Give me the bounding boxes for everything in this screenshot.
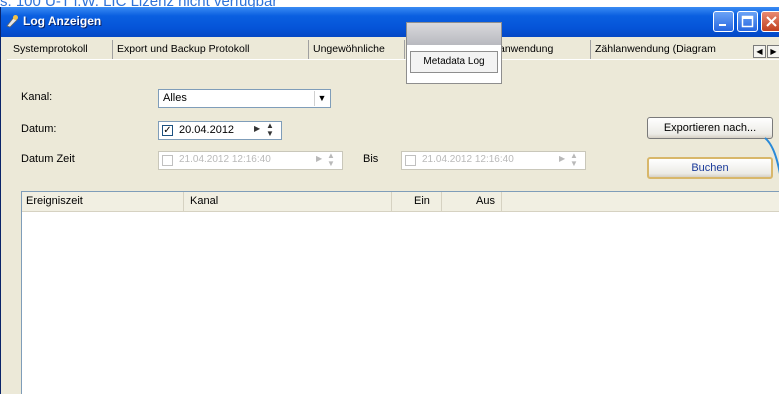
tab-strip: Systemprotokoll Export und Backup Protok… xyxy=(1,37,779,59)
tab-anwendung-label: anwendung xyxy=(499,43,554,55)
minimize-icon xyxy=(719,24,726,26)
tab-scroll-left-button[interactable]: ◀ xyxy=(753,45,766,58)
table-header: Ereigniszeit Kanal Ein Aus xyxy=(22,192,779,212)
datum-field-arrow-icon[interactable]: ▶ xyxy=(254,124,260,133)
datumzeit-to-value: 21.04.2012 12:16:40 xyxy=(422,154,514,165)
metadata-log-popup[interactable]: Metadata Log xyxy=(406,22,502,84)
minimize-button[interactable] xyxy=(713,11,734,32)
datumzeit-from-spinner-icon[interactable]: ▲ ▼ xyxy=(327,152,335,168)
export-button[interactable]: Exportieren nach... xyxy=(647,117,773,139)
datumzeit-to-checkbox[interactable] xyxy=(405,155,416,166)
tab-systemprotokoll[interactable]: Systemprotokoll xyxy=(9,40,113,59)
window-title: Log Anzeigen xyxy=(23,14,102,28)
event-table[interactable]: Ereigniszeit Kanal Ein Aus xyxy=(21,191,779,394)
bis-label: Bis xyxy=(363,153,379,165)
column-header-ereigniszeit[interactable]: Ereigniszeit xyxy=(22,192,184,211)
datum-value: 20.04.2012 xyxy=(179,124,235,136)
chevron-down-icon[interactable]: ▼ xyxy=(314,91,329,106)
search-button[interactable]: Buchen xyxy=(647,157,773,179)
titlebar[interactable]: Log Anzeigen xyxy=(1,7,779,37)
datumzeit-from-checkbox[interactable] xyxy=(162,155,173,166)
kanal-select[interactable]: Alles ▼ xyxy=(158,89,331,108)
kanal-label: Kanal: xyxy=(21,91,53,103)
tab-anwendung[interactable]: anwendung xyxy=(495,40,591,59)
tab-scroll-right-button[interactable]: ▶ xyxy=(767,45,779,58)
metadata-log-item[interactable]: Metadata Log xyxy=(410,51,498,73)
datumzeit-to-picker[interactable]: 21.04.2012 12:16:40 ▶ ▲ ▼ xyxy=(401,151,586,170)
app-icon xyxy=(6,15,18,28)
close-button[interactable] xyxy=(761,11,779,32)
datumzeit-from-arrow-icon[interactable]: ▶ xyxy=(316,154,322,163)
datumzeit-label: Datum Zeit xyxy=(21,153,75,165)
datumzeit-to-spinner-icon[interactable]: ▲ ▼ xyxy=(570,152,578,168)
column-header-aus[interactable]: Aus xyxy=(442,192,502,211)
datumzeit-from-picker[interactable]: 21.04.2012 12:16:40 ▶ ▲ ▼ xyxy=(158,151,343,170)
datum-label: Datum: xyxy=(21,123,57,135)
maximize-icon xyxy=(741,15,754,28)
callout-line xyxy=(764,137,779,175)
close-icon xyxy=(766,16,777,27)
datum-picker[interactable]: ✓ 20.04.2012 ▶ ▲ ▼ xyxy=(158,121,282,140)
tab-ungewoehnliche[interactable]: Ungewöhnliche xyxy=(309,40,405,59)
column-header-kanal[interactable]: Kanal xyxy=(184,192,392,211)
datum-spinner-icon[interactable]: ▲ ▼ xyxy=(266,122,274,138)
tab-export-backup[interactable]: Export und Backup Protokoll xyxy=(113,40,309,59)
tab-divider xyxy=(7,59,779,60)
tab-zaehlanwendung[interactable]: Zählanwendung (Diagram xyxy=(591,40,738,59)
column-header-ein[interactable]: Ein xyxy=(392,192,442,211)
maximize-button[interactable] xyxy=(737,11,758,32)
datumzeit-to-arrow-icon[interactable]: ▶ xyxy=(559,154,565,163)
log-window: Log Anzeigen Systemprotokoll Export und … xyxy=(0,7,779,394)
datumzeit-from-value: 21.04.2012 12:16:40 xyxy=(179,154,271,165)
datum-checkbox[interactable]: ✓ xyxy=(162,125,173,136)
kanal-select-value: Alles xyxy=(163,92,187,104)
popup-header xyxy=(407,23,501,45)
